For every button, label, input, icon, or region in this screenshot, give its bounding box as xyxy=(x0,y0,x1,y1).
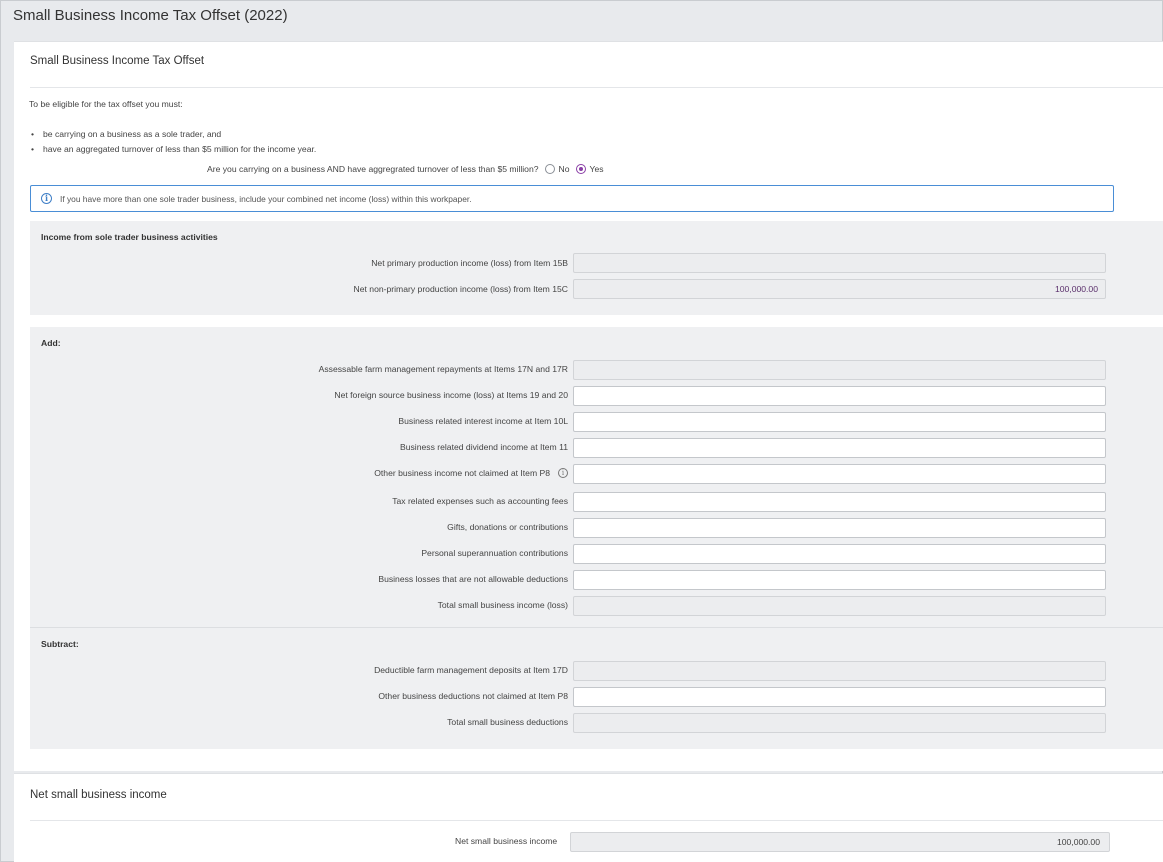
field-label: Net foreign source business income (loss… xyxy=(334,390,568,400)
total-small-business-deductions-input[interactable] xyxy=(573,713,1106,733)
card-title: Small Business Income Tax Offset xyxy=(30,55,205,67)
tax-related-expenses-input[interactable] xyxy=(573,492,1106,512)
divider xyxy=(30,87,1163,88)
net-income-label: Net small business income xyxy=(455,836,558,846)
dividend-income-input[interactable] xyxy=(573,438,1106,458)
field-label: Total small business deductions xyxy=(447,717,568,727)
radio-label: No xyxy=(558,164,570,174)
net-primary-production-input[interactable] xyxy=(573,253,1106,273)
net-small-business-income-input[interactable]: 100,000.00 xyxy=(570,832,1110,852)
field-label: Total small business income (loss) xyxy=(437,600,568,610)
page-title: Small Business Income Tax Offset (2022) xyxy=(13,7,288,24)
divider xyxy=(30,820,1163,821)
income-section: Income from sole trader business activit… xyxy=(30,221,1163,315)
radio-yes[interactable]: Yes xyxy=(575,164,604,174)
eligibility-list: be carrying on a business as a sole trad… xyxy=(31,129,316,158)
info-circle-icon[interactable]: i xyxy=(558,468,568,478)
gifts-donations-input[interactable] xyxy=(573,518,1106,538)
field-label: Other business deductions not claimed at… xyxy=(378,691,568,701)
question-label: Are you carrying on a business AND have … xyxy=(207,164,539,174)
divider xyxy=(30,627,1163,628)
eligibility-question: Are you carrying on a business AND have … xyxy=(207,164,604,174)
radio-circle-checked[interactable] xyxy=(575,164,586,174)
list-item: be carrying on a business as a sole trad… xyxy=(31,129,316,144)
radio-circle[interactable] xyxy=(544,164,555,174)
field-label: Tax related expenses such as accounting … xyxy=(392,496,568,506)
info-notice: i If you have more than one sole trader … xyxy=(30,185,1114,212)
foreign-source-income-input[interactable] xyxy=(573,386,1106,406)
section-heading: Income from sole trader business activit… xyxy=(41,232,218,242)
subtract-heading: Subtract: xyxy=(41,639,79,649)
farm-management-deposits-input[interactable] xyxy=(573,661,1106,681)
field-label: Deductible farm management deposits at I… xyxy=(374,665,568,675)
field-label-with-info: Other business income not claimed at Ite… xyxy=(374,468,568,478)
superannuation-contributions-input[interactable] xyxy=(573,544,1106,564)
eligibility-intro: To be eligible for the tax offset you mu… xyxy=(29,99,183,109)
field-label: Net primary production income (loss) fro… xyxy=(371,258,568,268)
card-title: Net small business income xyxy=(30,789,167,801)
farm-management-repayments-input[interactable] xyxy=(573,360,1106,380)
field-label: Business losses that are not allowable d… xyxy=(378,574,568,584)
business-losses-input[interactable] xyxy=(573,570,1106,590)
radio-no[interactable]: No xyxy=(544,164,570,174)
adjustments-section: Add: Assessable farm management repaymen… xyxy=(30,327,1163,749)
field-label: Gifts, donations or contributions xyxy=(447,522,568,532)
field-label: Personal superannuation contributions xyxy=(421,548,568,558)
other-business-income-input[interactable] xyxy=(573,464,1106,484)
field-label: Assessable farm management repayments at… xyxy=(318,364,568,374)
total-small-business-income-input[interactable] xyxy=(573,596,1106,616)
net-non-primary-production-input[interactable]: 100,000.00 xyxy=(573,279,1106,299)
other-business-deductions-input[interactable] xyxy=(573,687,1106,707)
list-item: have an aggregated turnover of less than… xyxy=(31,144,316,159)
field-label: Business related interest income at Item… xyxy=(398,416,568,426)
add-heading: Add: xyxy=(41,338,61,348)
field-label: Other business income not claimed at Ite… xyxy=(374,468,550,478)
radio-label: Yes xyxy=(589,164,604,174)
interest-income-input[interactable] xyxy=(573,412,1106,432)
field-label: Business related dividend income at Item… xyxy=(400,442,568,452)
info-circle-icon: i xyxy=(41,193,52,204)
field-label: Net non-primary production income (loss)… xyxy=(353,284,568,294)
info-text: If you have more than one sole trader bu… xyxy=(60,193,472,204)
